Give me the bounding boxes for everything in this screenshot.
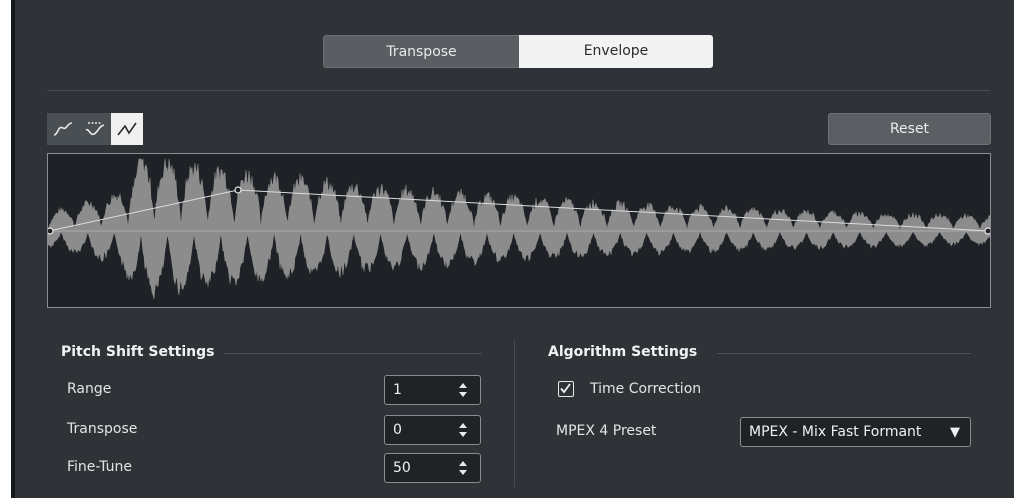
pitch-shift-section-line [224, 353, 482, 354]
window-edge [0, 0, 11, 498]
dropdown-arrow-icon: ▼ [950, 425, 960, 440]
transpose-value: 0 [393, 422, 402, 438]
tab-transpose[interactable]: Transpose [323, 35, 519, 68]
algorithm-section-line [717, 353, 971, 354]
stepper-arrows-icon[interactable] [458, 459, 468, 477]
envelope-editor[interactable] [47, 153, 991, 308]
mpex-preset-select[interactable]: MPEX - Mix Fast Formant ▼ [740, 417, 971, 447]
mpex-preset-label: MPEX 4 Preset [556, 423, 657, 439]
waveform [48, 158, 990, 299]
damped-spline-icon [85, 122, 105, 136]
tab-envelope[interactable]: Envelope [519, 35, 713, 68]
linear-curve-icon [117, 122, 137, 136]
algorithm-settings-title: Algorithm Settings [548, 344, 698, 360]
time-correction-label[interactable]: Time Correction [590, 381, 701, 397]
waveform-display [48, 158, 990, 299]
transpose-field[interactable]: 0 [384, 415, 481, 445]
range-value: 1 [393, 382, 402, 398]
checkmark-icon [560, 383, 571, 394]
tabs-divider [47, 90, 990, 91]
settings-divider [514, 339, 515, 487]
transpose-label: Transpose [67, 421, 138, 437]
spline-curve-button[interactable] [47, 113, 79, 145]
spline-curve-icon [53, 122, 73, 136]
mode-tabs: Transpose Envelope [323, 35, 713, 68]
stepper-arrows-icon[interactable] [458, 421, 468, 439]
envelope-point-peak[interactable] [234, 186, 242, 194]
envelope-point-end[interactable] [984, 227, 990, 235]
stepper-arrows-icon[interactable] [458, 381, 468, 399]
range-label: Range [67, 381, 112, 397]
envelope-point-start[interactable] [48, 227, 54, 235]
linear-curve-button[interactable] [111, 113, 143, 145]
fine-tune-value: 50 [393, 460, 411, 476]
curve-type-toolbar [47, 113, 143, 145]
damped-spline-button[interactable] [79, 113, 111, 145]
mpex-preset-value: MPEX - Mix Fast Formant [749, 424, 922, 440]
time-correction-checkbox[interactable] [558, 381, 574, 397]
fine-tune-field[interactable]: 50 [384, 453, 481, 483]
pitch-shift-settings-title: Pitch Shift Settings [61, 344, 215, 360]
fine-tune-label: Fine-Tune [67, 459, 132, 475]
range-field[interactable]: 1 [384, 375, 481, 405]
reset-button[interactable]: Reset [828, 113, 991, 145]
